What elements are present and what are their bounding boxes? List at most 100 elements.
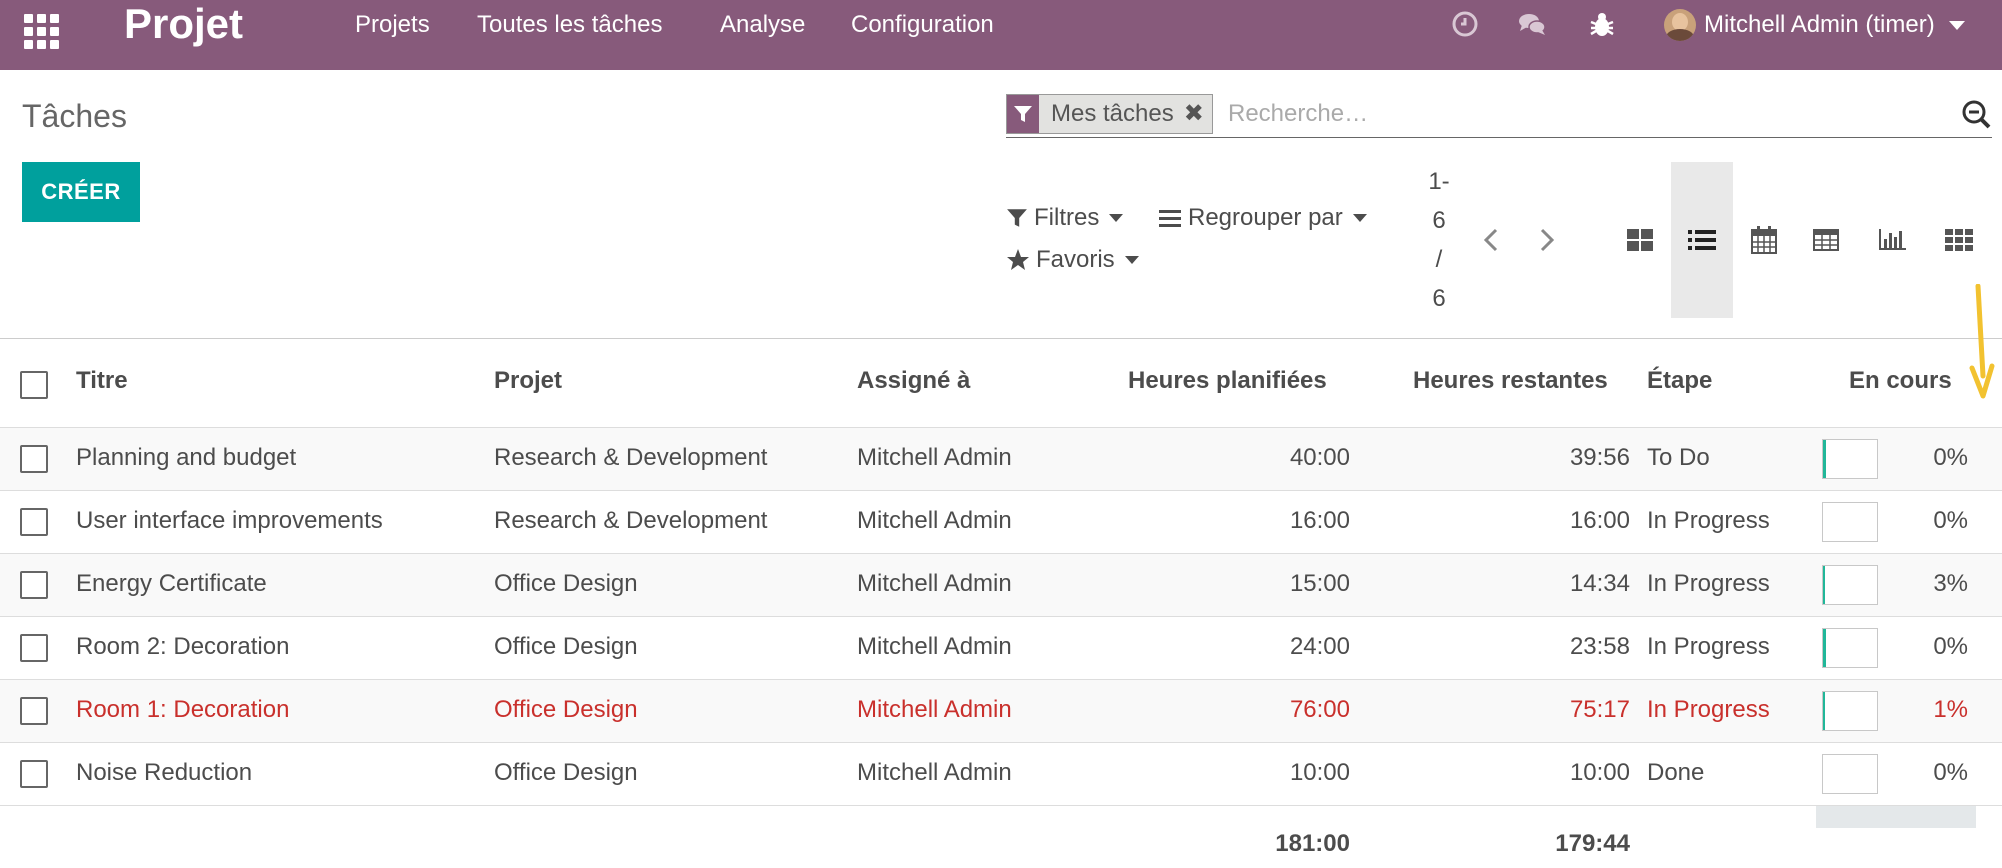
cell-title: Room 1: Decoration: [76, 696, 290, 723]
total-planned: 181:00: [1275, 830, 1350, 857]
table-row[interactable]: Room 1: Decoration Office Design Mitchell …: [0, 680, 2002, 743]
view-calendar-button[interactable]: [1733, 162, 1795, 318]
view-pivot-button[interactable]: [1795, 162, 1857, 318]
caret-down-icon: [1109, 214, 1124, 222]
row-checkbox[interactable]: [20, 445, 48, 473]
kanban-icon: [1627, 229, 1653, 251]
horizontal-scrollbar[interactable]: [1816, 806, 1976, 828]
table-row[interactable]: User interface improvements Research & De…: [0, 491, 2002, 554]
apps-menu-icon[interactable]: [22, 12, 59, 49]
cell-planned-hours: 16:00: [1289, 507, 1350, 534]
search-input[interactable]: [1228, 96, 1928, 132]
groupby-label: Regrouper par: [1188, 204, 1343, 231]
cell-planned-hours: 76:00: [1289, 696, 1350, 723]
cell-title: Planning and budget: [76, 444, 297, 471]
cell-stage: In Progress: [1647, 633, 1770, 660]
view-kanban-button[interactable]: [1609, 162, 1671, 318]
column-header-etape[interactable]: Étape: [1647, 367, 1712, 395]
column-header-titre[interactable]: Titre: [76, 367, 128, 395]
menu-configuration[interactable]: Configuration: [851, 10, 994, 40]
progress-bar: [1822, 502, 1878, 542]
menu-toutes-les-taches[interactable]: Toutes les tâches: [477, 10, 662, 40]
cell-title: Noise Reduction: [76, 759, 253, 786]
filter-icon: [1007, 209, 1027, 227]
pager-range-end: 6: [1432, 207, 1446, 234]
clock-icon[interactable]: [1450, 10, 1480, 40]
table-row[interactable]: Planning and budget Research & Developmen…: [0, 428, 2002, 491]
chevron-left-icon[interactable]: [1474, 222, 1510, 258]
favorites-dropdown[interactable]: Favoris: [1006, 244, 1139, 276]
menu-analyse[interactable]: Analyse: [720, 10, 805, 40]
progress-bar: [1822, 628, 1878, 668]
filter-icon: [1007, 95, 1039, 133]
cell-stage: In Progress: [1647, 570, 1770, 597]
cell-planned-hours: 24:00: [1289, 633, 1350, 660]
cell-remaining-hours: 39:56: [1569, 444, 1630, 471]
cell-assignee: Mitchell Admin: [857, 507, 1012, 534]
pager-value[interactable]: 1- 6 / 6: [1420, 162, 1458, 318]
view-graph-button[interactable]: [1861, 162, 1923, 318]
cell-title: Room 2: Decoration: [76, 633, 290, 660]
cell-project: Research & Development: [494, 444, 768, 471]
select-all-checkbox[interactable]: [20, 371, 48, 399]
row-checkbox[interactable]: [20, 508, 48, 536]
cell-project: Office Design: [494, 696, 638, 723]
app-brand: Projet: [124, 0, 244, 47]
table-row[interactable]: Room 2: Decoration Office Design Mitchell …: [0, 617, 2002, 680]
row-checkbox[interactable]: [20, 697, 48, 725]
row-checkbox[interactable]: [20, 760, 48, 788]
cell-title: User interface improvements: [76, 507, 383, 534]
row-checkbox[interactable]: [20, 571, 48, 599]
cell-progress-label: 1%: [1933, 696, 1968, 723]
table-row[interactable]: Energy Certificate Office Design Mitchell …: [0, 554, 2002, 617]
cell-remaining-hours: 75:17: [1569, 696, 1630, 723]
cell-project: Office Design: [494, 759, 638, 786]
search-facet: Mes tâches ✖: [1006, 94, 1213, 134]
filters-dropdown[interactable]: Filtres: [1006, 202, 1124, 234]
column-header-heures-restantes[interactable]: Heures restantes: [1413, 367, 1608, 395]
create-button[interactable]: CRÉER: [22, 162, 140, 222]
groupby-dropdown[interactable]: Regrouper par: [1158, 202, 1367, 234]
progress-bar-fill: [1823, 566, 1825, 604]
table-row[interactable]: Noise Reduction Office Design Mitchell Adm…: [0, 743, 2002, 806]
column-header-assigne[interactable]: Assigné à: [857, 367, 970, 395]
cell-progress-label: 0%: [1933, 759, 1968, 786]
view-list-button[interactable]: [1671, 162, 1733, 318]
cell-title: Energy Certificate: [76, 570, 267, 597]
cell-progress-label: 0%: [1933, 633, 1968, 660]
progress-bar-fill: [1823, 629, 1826, 667]
pager-range: 1-: [1428, 168, 1450, 195]
cell-remaining-hours: 23:58: [1569, 633, 1630, 660]
user-menu[interactable]: Mitchell Admin (timer): [1664, 8, 1965, 42]
cell-planned-hours: 40:00: [1289, 444, 1350, 471]
column-header-heures-planifiees[interactable]: Heures planifiées: [1128, 367, 1327, 395]
cell-project: Office Design: [494, 570, 638, 597]
cell-progress-label: 3%: [1933, 570, 1968, 597]
caret-down-icon: [1352, 214, 1367, 222]
column-header-projet[interactable]: Projet: [494, 367, 562, 395]
chevron-down-icon: [1948, 20, 1965, 30]
top-navbar: Projet Projets Toutes les tâches Analyse…: [0, 0, 2002, 70]
annotation-arrow-icon: [1969, 284, 1995, 399]
total-remaining: 179:44: [1555, 830, 1630, 857]
cell-progress-label: 0%: [1933, 444, 1968, 471]
table-header: Titre Projet Assigné à Heures planifiées…: [0, 338, 2002, 428]
bar-chart-icon: [1879, 229, 1906, 250]
row-checkbox[interactable]: [20, 634, 48, 662]
column-header-en-cours[interactable]: En cours: [1849, 367, 1952, 395]
search-icon[interactable]: [1960, 98, 1992, 130]
chat-icon[interactable]: [1517, 10, 1547, 40]
chevron-right-icon[interactable]: [1528, 222, 1564, 258]
cell-remaining-hours: 10:00: [1569, 759, 1630, 786]
cell-planned-hours: 15:00: [1289, 570, 1350, 597]
cell-stage: In Progress: [1647, 696, 1770, 723]
menu-projets[interactable]: Projets: [355, 10, 430, 40]
caret-down-icon: [1124, 256, 1139, 264]
progress-bar: [1822, 691, 1878, 731]
list-icon: [1688, 230, 1716, 250]
cell-assignee: Mitchell Admin: [857, 759, 1012, 786]
bug-icon[interactable]: [1587, 10, 1617, 40]
facet-label: Mes tâches: [1051, 100, 1174, 127]
facet-remove-icon[interactable]: ✖: [1184, 95, 1212, 133]
cell-stage: Done: [1647, 759, 1705, 786]
